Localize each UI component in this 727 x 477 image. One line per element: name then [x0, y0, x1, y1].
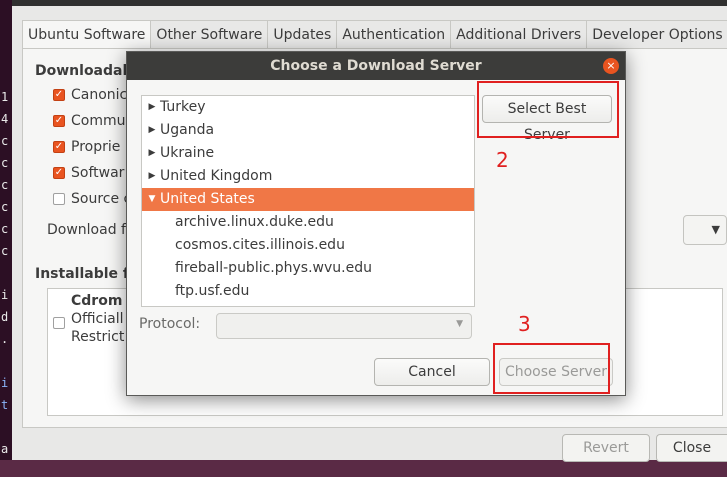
- terminal-line: c: [1, 134, 9, 148]
- expand-arrow-icon[interactable]: ▶: [147, 96, 157, 119]
- checkbox-row[interactable]: ✓ Canonica: [53, 84, 136, 106]
- checkbox-row[interactable]: Source c: [53, 188, 131, 210]
- terminal-line: c: [1, 222, 9, 236]
- checkbox-label: Proprie: [71, 139, 121, 155]
- checkbox-label: Softwar: [71, 165, 125, 181]
- cdrom-line: Restrict: [71, 329, 125, 345]
- desktop-background: [0, 460, 727, 477]
- checkbox-row[interactable]: ✓ Softwar: [53, 162, 124, 184]
- download-from-combo[interactable]: ▼: [683, 215, 727, 245]
- expand-arrow-icon[interactable]: ▶: [147, 142, 157, 165]
- checkbox[interactable]: [53, 193, 65, 205]
- terminal-background: 14ccccccid.itaf: [0, 0, 12, 477]
- terminal-line: i: [1, 288, 9, 302]
- terminal-line: a: [1, 442, 9, 456]
- terminal-line: .: [1, 332, 9, 346]
- terminal-line: d: [1, 310, 9, 324]
- terminal-line: i: [1, 376, 9, 390]
- tree-row-mirror[interactable]: archive.linux.duke.edu: [142, 211, 474, 234]
- revert-button[interactable]: Revert: [562, 434, 650, 462]
- terminal-line: c: [1, 156, 9, 170]
- tree-row-country[interactable]: ▶ Turkey: [142, 96, 474, 119]
- download-from-label: Download f: [47, 222, 126, 238]
- tree-row-mirror[interactable]: ftp.usf.edu: [142, 280, 474, 303]
- checkbox[interactable]: ✓: [53, 115, 65, 127]
- tab-developer-options[interactable]: Developer Options: [586, 20, 727, 49]
- annotation-step-2: 2: [496, 148, 509, 172]
- tab-bar: Ubuntu Software Other Software Updates A…: [22, 20, 727, 50]
- terminal-line: 4: [1, 112, 9, 126]
- tree-row-country-selected[interactable]: ▼ United States: [142, 188, 474, 211]
- cdrom-line: Officiall: [71, 311, 124, 327]
- dialog-title: Choose a Download Server: [127, 52, 625, 80]
- terminal-line: c: [1, 244, 9, 258]
- terminal-line: c: [1, 178, 9, 192]
- protocol-combo[interactable]: ▼: [216, 313, 472, 339]
- checkbox-row[interactable]: ✓ Commun: [53, 110, 134, 132]
- mirror-label: fireball-public.phys.wvu.edu: [175, 260, 372, 276]
- checkbox[interactable]: ✓: [53, 167, 65, 179]
- cancel-button[interactable]: Cancel: [374, 358, 490, 386]
- tree-row-country[interactable]: ▶ Uganda: [142, 119, 474, 142]
- expand-arrow-icon[interactable]: ▶: [147, 119, 157, 142]
- checkbox-row[interactable]: ✓ Proprie: [53, 136, 120, 158]
- tab-authentication[interactable]: Authentication: [336, 20, 452, 49]
- protocol-label: Protocol:: [139, 316, 201, 332]
- close-icon[interactable]: ×: [603, 58, 619, 74]
- mirror-label: cosmos.cites.illinois.edu: [175, 237, 345, 253]
- terminal-line: t: [1, 398, 9, 412]
- country-label: Turkey: [160, 99, 206, 115]
- checkbox[interactable]: ✓: [53, 141, 65, 153]
- country-label: United States: [160, 191, 255, 207]
- collapse-arrow-icon[interactable]: ▼: [147, 188, 157, 211]
- tab-additional-drivers[interactable]: Additional Drivers: [450, 20, 588, 49]
- terminal-line: 1: [1, 90, 9, 104]
- installable-section-title: Installable fr: [35, 266, 136, 282]
- annotation-box-select-best: [477, 81, 619, 138]
- annotation-step-3: 3: [518, 312, 531, 336]
- checkbox-label: Commun: [71, 113, 135, 129]
- chevron-down-icon: ▼: [711, 223, 720, 236]
- chevron-down-icon: ▼: [456, 319, 463, 329]
- tab-ubuntu-software[interactable]: Ubuntu Software: [22, 20, 152, 50]
- tree-row-country[interactable]: ▶ Ukraine: [142, 142, 474, 165]
- mirror-label: archive.linux.duke.edu: [175, 214, 334, 230]
- tree-row-mirror[interactable]: fireball-public.phys.wvu.edu: [142, 257, 474, 280]
- checkbox[interactable]: ✓: [53, 89, 65, 101]
- tree-row-country[interactable]: ▶ United Kingdom: [142, 165, 474, 188]
- downloadable-section-title: Downloadab: [35, 63, 133, 79]
- country-label: Uganda: [160, 122, 215, 138]
- expand-arrow-icon[interactable]: ▶: [147, 165, 157, 188]
- tree-row-mirror[interactable]: cosmos.cites.illinois.edu: [142, 234, 474, 257]
- mirror-label: ftp.usf.edu: [175, 283, 250, 299]
- annotation-box-choose-server: [493, 343, 610, 394]
- cdrom-checkbox[interactable]: [53, 317, 65, 329]
- terminal-line: c: [1, 200, 9, 214]
- country-label: United Kingdom: [160, 168, 273, 184]
- server-tree: ▶ Turkey ▶ Uganda ▶ Ukraine ▶ United Kingdom…: [141, 95, 475, 307]
- checkbox-label: Source c: [71, 191, 132, 207]
- country-label: Ukraine: [160, 145, 215, 161]
- close-button[interactable]: Close: [656, 434, 727, 462]
- tab-other-software[interactable]: Other Software: [150, 20, 269, 49]
- tab-updates[interactable]: Updates: [267, 20, 338, 49]
